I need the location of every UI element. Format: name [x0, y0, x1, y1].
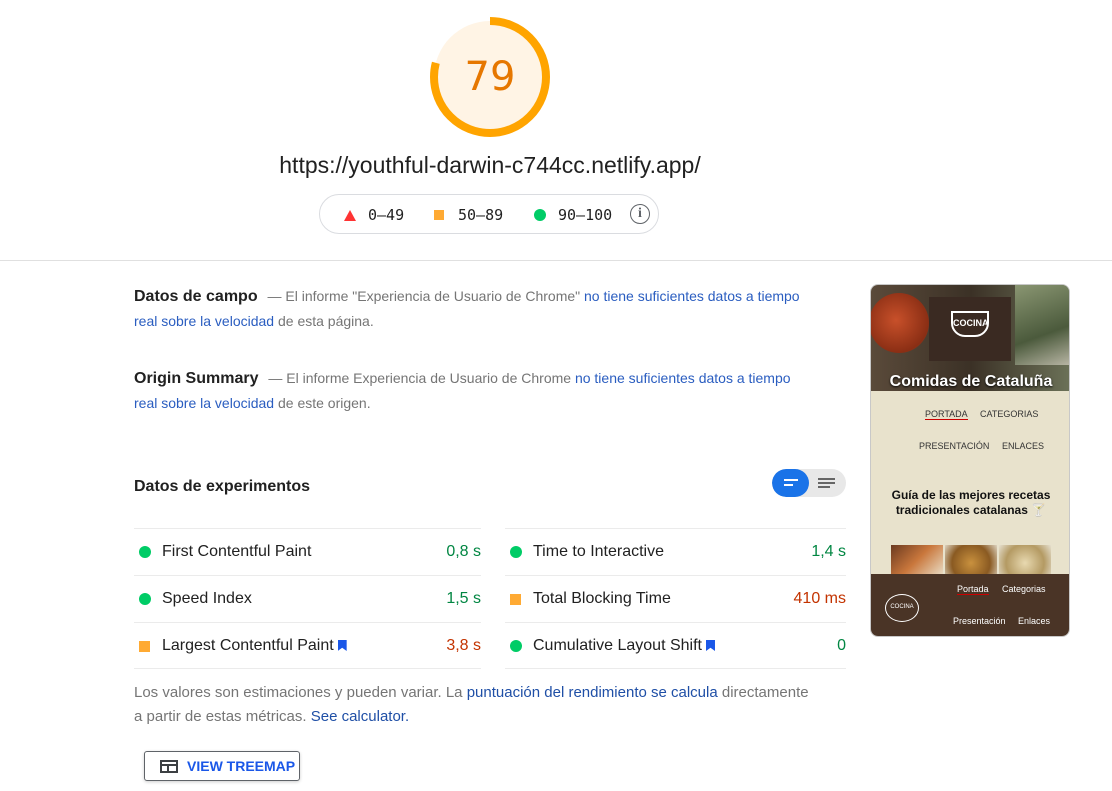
see-calculator-link[interactable]: See calculator. [311, 708, 409, 725]
screenshot-heading-text: Guía de las mejores recetas tradicionale… [891, 488, 1051, 517]
footer-logo: COCINA [885, 594, 919, 622]
screenshot-nav-portada: PORTADA [925, 409, 968, 420]
footer-nav-presentacion: Presentación [953, 616, 1006, 626]
metric-name: Cumulative Layout Shift [533, 637, 702, 654]
pass-circle-icon [139, 546, 151, 558]
screenshot-footer: COCINA Portada Categorias Presentación E… [871, 574, 1069, 636]
view-treemap-label: VIEW TREEMAP [187, 758, 296, 774]
pass-circle-icon [510, 546, 522, 558]
legend-average: 50–89 [434, 205, 503, 225]
legend-fail: 0–49 [344, 205, 404, 225]
metric-name-wrap: Largest Contentful Paint [162, 637, 347, 655]
legend-fail-label: 0–49 [368, 206, 405, 224]
average-square-icon [139, 641, 150, 652]
metric-name: Time to Interactive [533, 543, 665, 560]
field-data-pre: — El informe "Experiencia de Usuario de … [267, 288, 585, 304]
pass-circle-icon [139, 593, 151, 605]
food-image-2 [945, 545, 997, 575]
compact-lines-icon-2 [784, 484, 793, 486]
pass-circle-icon [510, 640, 522, 652]
screenshot-hero-image: COCINA Comidas de Cataluña [871, 285, 1069, 391]
legend-pass: 90–100 [534, 205, 612, 225]
metric-name: Speed Index [162, 590, 252, 607]
food-image-1 [891, 545, 943, 575]
metrics-bottom-divider [134, 668, 481, 669]
metric-name: First Contentful Paint [162, 543, 312, 560]
sauce-bowl-image [871, 293, 929, 353]
metric-fcp: First Contentful Paint 0,8 s [134, 528, 481, 575]
origin-summary-post: de este origen. [274, 395, 371, 411]
metric-tti: Time to Interactive 1,4 s [505, 528, 846, 575]
origin-summary-title: Origin Summary [134, 370, 259, 387]
score-legend: 0–49 50–89 90–100 i [319, 194, 659, 234]
expanded-lines-icon-3 [818, 486, 830, 488]
metric-value: 410 ms [793, 590, 846, 607]
metric-speed-index: Speed Index 1,5 s [134, 575, 481, 622]
bookmark-icon[interactable] [337, 640, 347, 651]
field-data-title: Datos de campo [134, 288, 258, 305]
view-treemap-button[interactable]: VIEW TREEMAP [144, 751, 300, 781]
screenshot-food-images [891, 545, 1051, 575]
red-triangle-icon [344, 210, 356, 221]
legend-pass-label: 90–100 [558, 206, 613, 224]
footer-nav-categorias: Categorias [1002, 584, 1046, 594]
page-url: https://youthful-darwin-c744cc.netlify.a… [279, 152, 701, 178]
lab-data-title: Datos de experimentos [134, 478, 311, 495]
info-icon[interactable]: i [630, 204, 650, 224]
screenshot-nav-enlaces: ENLACES [1002, 441, 1045, 451]
metric-value: 3,8 s [446, 637, 481, 654]
screenshot-logo: COCINA [929, 297, 1011, 361]
expanded-lines-icon [818, 478, 835, 480]
green-circle-icon [534, 209, 546, 221]
cocktail-icon: 🍸 [1031, 503, 1047, 517]
metric-cls: Cumulative Layout Shift 0 [505, 622, 846, 669]
footer-nav-enlaces: Enlaces [1018, 616, 1051, 626]
legend-average-label: 50–89 [458, 206, 504, 224]
screenshot-nav-categorias: CATEGORIAS [980, 409, 1039, 419]
metric-name-wrap: Cumulative Layout Shift [533, 637, 715, 655]
compact-view-button[interactable] [772, 469, 809, 497]
metric-value: 1,4 s [811, 543, 846, 560]
score-value: 79 [464, 54, 516, 100]
score-calculation-link[interactable]: puntuación del rendimiento se calcula [467, 684, 718, 701]
header-divider [0, 260, 1112, 261]
asparagus-image [1015, 285, 1069, 365]
compact-lines-icon [784, 479, 798, 481]
metrics-bottom-divider-right [505, 668, 846, 669]
metrics-note: Los valores son estimaciones y pueden va… [134, 681, 814, 729]
field-data-section: Datos de campo — El informe "Experiencia… [134, 284, 814, 334]
orange-square-icon [434, 210, 444, 220]
metric-tbt: Total Blocking Time 410 ms [505, 575, 846, 622]
footer-nav-portada: Portada [957, 584, 989, 595]
screenshot-site-title: Comidas de Cataluña [889, 373, 1053, 390]
field-data-post: de esta página. [274, 313, 374, 329]
screenshot-heading: Guía de las mejores recetas tradicionale… [891, 488, 1051, 518]
note-pre: Los valores son estimaciones y pueden va… [134, 684, 467, 701]
average-square-icon [510, 594, 521, 605]
metrics-view-toggle[interactable] [772, 469, 846, 497]
food-image-3 [999, 545, 1051, 575]
pot-icon: COCINA [951, 311, 989, 337]
screenshot-nav-presentacion: PRESENTACIÓN [919, 441, 990, 451]
final-screenshot[interactable]: COCINA Comidas de Cataluña PORTADA CATEG… [870, 284, 1070, 637]
origin-summary-section: Origin Summary — El informe Experiencia … [134, 366, 814, 416]
expanded-lines-icon-2 [818, 482, 835, 484]
metric-lcp: Largest Contentful Paint 3,8 s [134, 622, 481, 669]
origin-summary-pre: — El informe Experiencia de Usuario de C… [268, 370, 575, 386]
bookmark-icon[interactable] [705, 640, 715, 651]
metric-value: 1,5 s [446, 590, 481, 607]
metric-name: Total Blocking Time [533, 590, 671, 607]
metric-value: 0,8 s [446, 543, 481, 560]
performance-score-gauge: 79 [429, 16, 551, 138]
treemap-icon [160, 760, 178, 773]
metric-name: Largest Contentful Paint [162, 637, 334, 654]
metric-value: 0 [837, 637, 846, 654]
